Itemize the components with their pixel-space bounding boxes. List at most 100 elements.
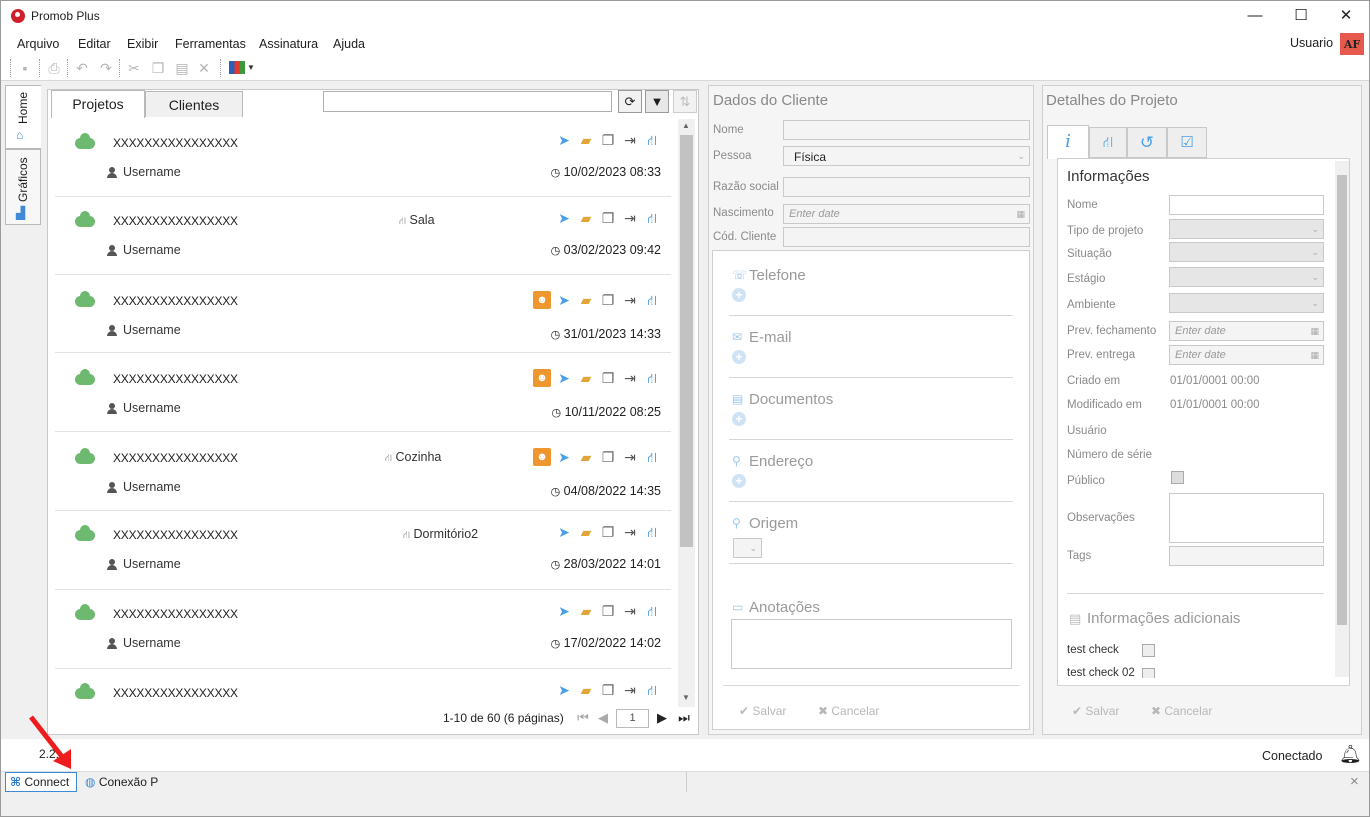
send-icon[interactable]: ➤	[555, 369, 573, 387]
filter-button[interactable]: ▼	[645, 90, 669, 113]
origem-select[interactable]: ⌄	[733, 538, 762, 558]
side-tab-home[interactable]: Home ⌂	[5, 85, 41, 149]
scroll-down-icon[interactable]: ▼	[682, 693, 690, 702]
save-icon[interactable]: ▪	[16, 59, 34, 77]
copy-icon[interactable]: ❐	[599, 369, 617, 387]
menu-ferramentas[interactable]: Ferramentas	[175, 37, 246, 51]
export-icon[interactable]: ⇥	[621, 131, 639, 149]
assigned-user-icon[interactable]: ☻	[533, 448, 551, 466]
details-scrollbar-thumb[interactable]	[1337, 175, 1347, 625]
send-icon[interactable]: ➤	[555, 291, 573, 309]
avatar[interactable]: AF	[1340, 33, 1364, 57]
prev_fech-date[interactable]: Enter date ▦	[1169, 321, 1324, 341]
test-check-checkbox[interactable]	[1142, 644, 1155, 657]
cut-icon[interactable]: ✂	[125, 59, 143, 77]
share-add-icon[interactable]: ⛙	[643, 369, 661, 387]
nome-input[interactable]	[783, 120, 1030, 140]
share-add-icon[interactable]: ⛙	[643, 131, 661, 149]
folder-icon[interactable]: ▰	[577, 131, 595, 149]
last-page-icon[interactable]: ⏭	[676, 709, 692, 727]
tab-clientes[interactable]: Clientes	[145, 91, 243, 117]
send-icon[interactable]: ➤	[555, 602, 573, 620]
client-cancel-button[interactable]: ✖ Cancelar	[818, 704, 879, 718]
menu-ajuda[interactable]: Ajuda	[333, 37, 365, 51]
details-cancel-button[interactable]: ✖ Cancelar	[1151, 704, 1212, 718]
folder-icon[interactable]: ▰	[577, 448, 595, 466]
publico-checkbox[interactable]	[1171, 471, 1184, 484]
export-icon[interactable]: ⇥	[621, 448, 639, 466]
export-icon[interactable]: ⇥	[621, 369, 639, 387]
folder-icon[interactable]: ▰	[577, 291, 595, 309]
calendar-icon[interactable]: ▦	[1310, 326, 1319, 337]
project-row[interactable]: XXXXXXXXXXXXXXXX ➤ ▰ ❐ ⇥ ⛙ Username ◷ 17/02/202…	[55, 590, 671, 669]
project-row[interactable]: XXXXXXXXXXXXXXXX ➤ ▰ ❐ ⇥ ⛙	[55, 669, 671, 707]
sort-button[interactable]: ⇅	[673, 90, 697, 113]
details-tab-info[interactable]: i	[1047, 125, 1089, 159]
refresh-button[interactable]: ⟳	[618, 90, 642, 113]
copy-icon[interactable]: ❐	[599, 681, 617, 699]
folder-icon[interactable]: ▰	[577, 369, 595, 387]
copy-icon[interactable]: ❐	[149, 59, 167, 77]
obs-textarea[interactable]	[1169, 493, 1324, 543]
first-page-icon[interactable]: ⏮	[575, 709, 591, 727]
send-icon[interactable]: ➤	[555, 209, 573, 227]
scrollbar-thumb[interactable]	[680, 135, 693, 547]
copy-icon[interactable]: ❐	[599, 291, 617, 309]
close-button[interactable]: ✕	[1323, 1, 1369, 31]
share-add-icon[interactable]: ⛙	[643, 523, 661, 541]
add-icon[interactable]: +	[732, 474, 746, 488]
tags-input[interactable]	[1169, 546, 1324, 566]
tab-projetos[interactable]: Projetos	[51, 90, 145, 118]
add-icon[interactable]: +	[732, 350, 746, 364]
scroll-up-icon[interactable]: ▲	[682, 121, 690, 130]
export-icon[interactable]: ⇥	[621, 523, 639, 541]
menu-assinatura[interactable]: Assinatura	[259, 37, 318, 51]
layout-color-icon[interactable]	[229, 61, 245, 74]
nome-input[interactable]	[1169, 195, 1324, 215]
add-icon[interactable]: +	[732, 288, 746, 302]
details-save-button[interactable]: ✔ Salvar	[1072, 704, 1119, 718]
folder-icon[interactable]: ▰	[577, 681, 595, 699]
prev-page-icon[interactable]: ◀	[595, 709, 611, 727]
copy-icon[interactable]: ❐	[599, 448, 617, 466]
maximize-button[interactable]: ☐	[1278, 1, 1324, 31]
assigned-user-icon[interactable]: ☻	[533, 291, 551, 309]
print-icon[interactable]: ⎙	[45, 59, 63, 77]
share-add-icon[interactable]: ⛙	[643, 602, 661, 620]
share-add-icon[interactable]: ⛙	[643, 291, 661, 309]
calendar-icon[interactable]: ▦	[1310, 350, 1319, 361]
copy-icon[interactable]: ❐	[599, 131, 617, 149]
pessoa-select[interactable]: Física ⌄	[783, 146, 1030, 166]
folder-icon[interactable]: ▰	[577, 602, 595, 620]
page-input[interactable]: 1	[616, 709, 649, 728]
project-row[interactable]: XXXXXXXXXXXXXXXX ⛙ Dormitório2 ➤ ▰ ❐ ⇥ ⛙ Userna…	[55, 511, 671, 590]
menu-exibir[interactable]: Exibir	[127, 37, 158, 51]
details-tab-checklist[interactable]: ☑	[1167, 127, 1207, 158]
folder-icon[interactable]: ▰	[577, 523, 595, 541]
export-icon[interactable]: ⇥	[621, 291, 639, 309]
cod-input[interactable]	[783, 227, 1030, 247]
copy-icon[interactable]: ❐	[599, 523, 617, 541]
export-icon[interactable]: ⇥	[621, 681, 639, 699]
nascimento-input[interactable]: Enter date ▦	[783, 204, 1030, 224]
situacao-select[interactable]: ⌄	[1169, 242, 1324, 262]
taskbar-close-icon[interactable]: ×	[1350, 773, 1359, 790]
share-add-icon[interactable]: ⛙	[643, 448, 661, 466]
test-check-02-checkbox[interactable]	[1142, 668, 1155, 678]
project-row[interactable]: XXXXXXXXXXXXXXXX ➤ ▰ ❐ ⇥ ⛙ Username ◷ 10/02/202…	[55, 119, 671, 197]
conexao-tab[interactable]: ◍ Conexão P	[85, 775, 158, 789]
prev_entrega-date[interactable]: Enter date ▦	[1169, 345, 1324, 365]
copy-icon[interactable]: ❐	[599, 602, 617, 620]
send-icon[interactable]: ➤	[555, 523, 573, 541]
send-icon[interactable]: ➤	[555, 681, 573, 699]
project-row[interactable]: XXXXXXXXXXXXXXXX ⛙ Sala ➤ ▰ ❐ ⇥ ⛙ Username ◷ 03/…	[55, 197, 671, 275]
delete-icon[interactable]: ✕	[195, 59, 213, 77]
menu-arquivo[interactable]: Arquivo	[17, 37, 59, 51]
next-page-icon[interactable]: ▶	[654, 709, 670, 727]
undo-icon[interactable]: ↶	[73, 59, 91, 77]
export-icon[interactable]: ⇥	[621, 209, 639, 227]
project-row[interactable]: XXXXXXXXXXXXXXXX ⛙ Cozinha ☻ ➤ ▰ ❐ ⇥ ⛙ Username ◷…	[55, 432, 671, 511]
assigned-user-icon[interactable]: ☻	[533, 369, 551, 387]
connect-tab[interactable]: ⌘ Connect	[5, 772, 77, 792]
share-add-icon[interactable]: ⛙	[643, 681, 661, 699]
